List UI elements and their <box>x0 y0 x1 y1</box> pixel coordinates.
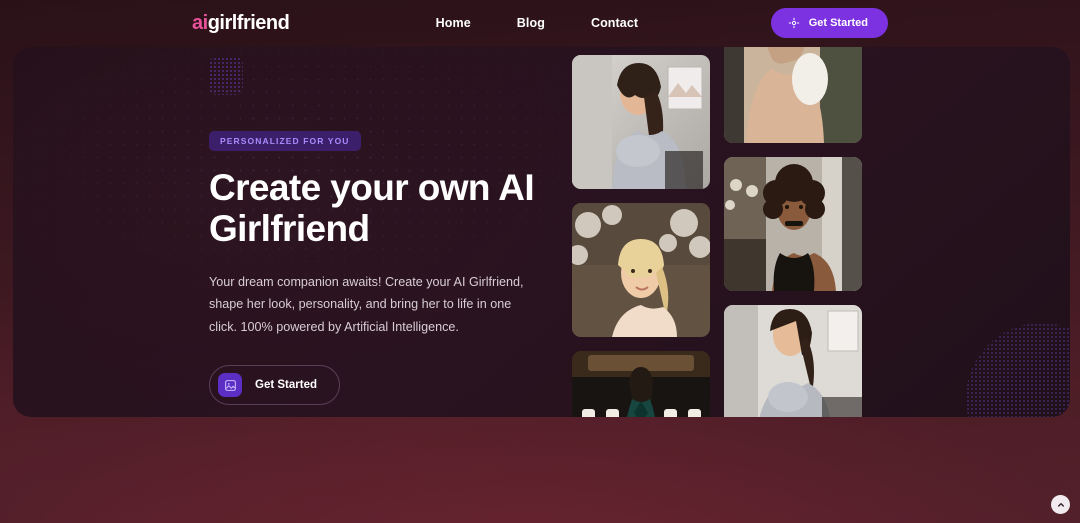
hero-get-started-button[interactable]: Get Started <box>209 365 340 406</box>
gallery-card[interactable] <box>572 203 710 337</box>
curly-hair-woman-cafe-portrait <box>724 157 862 291</box>
woman-green-dress-interior-portrait <box>572 351 710 417</box>
decorative-dotted-square <box>209 57 243 95</box>
nav-item-contact[interactable]: Contact <box>591 16 638 30</box>
logo-ai-text: ai <box>192 11 208 34</box>
main-navigation: Home Blog Contact <box>356 16 639 30</box>
hero-badge: PERSONALIZED FOR YOU <box>209 131 361 151</box>
logo-girlfriend-text: girlfriend <box>207 11 290 34</box>
gallery-card[interactable] <box>724 157 862 291</box>
nav-item-blog[interactable]: Blog <box>517 16 545 30</box>
gallery-column-right <box>724 47 862 417</box>
site-logo[interactable]: aigirlfriend <box>192 11 290 35</box>
chevron-up-icon <box>1057 497 1065 512</box>
hero-copy: PERSONALIZED FOR YOU Create your own AI … <box>209 131 549 406</box>
hero-paragraph: Your dream companion awaits! Create your… <box>209 274 524 334</box>
gallery-column-left <box>572 55 710 417</box>
nav-item-home[interactable]: Home <box>436 16 471 30</box>
hero-image-gallery <box>572 47 1070 417</box>
hero-heading: Create your own AI Girlfriend <box>209 167 535 250</box>
brunette-woman-grey-sweater-portrait <box>724 305 862 417</box>
hero-cta-label: Get Started <box>255 379 317 392</box>
gallery-card[interactable] <box>724 47 862 143</box>
hero-section: PERSONALIZED FOR YOU Create your own AI … <box>13 47 1070 417</box>
blonde-woman-floral-background-portrait <box>572 203 710 337</box>
gallery-card[interactable] <box>572 351 710 417</box>
sparkle-icon <box>788 17 800 29</box>
header-get-started-button[interactable]: Get Started <box>770 8 888 38</box>
image-icon <box>218 373 242 398</box>
scroll-to-top-button[interactable] <box>1051 495 1070 514</box>
site-header: aigirlfriend Home Blog Contact Get Start… <box>0 0 1080 46</box>
gallery-card[interactable] <box>572 55 710 189</box>
gallery-card[interactable] <box>724 305 862 417</box>
woman-outdoor-portrait-clipped <box>724 47 862 143</box>
brunette-woman-grey-top-portrait <box>572 55 710 189</box>
header-cta-label: Get Started <box>808 17 868 29</box>
